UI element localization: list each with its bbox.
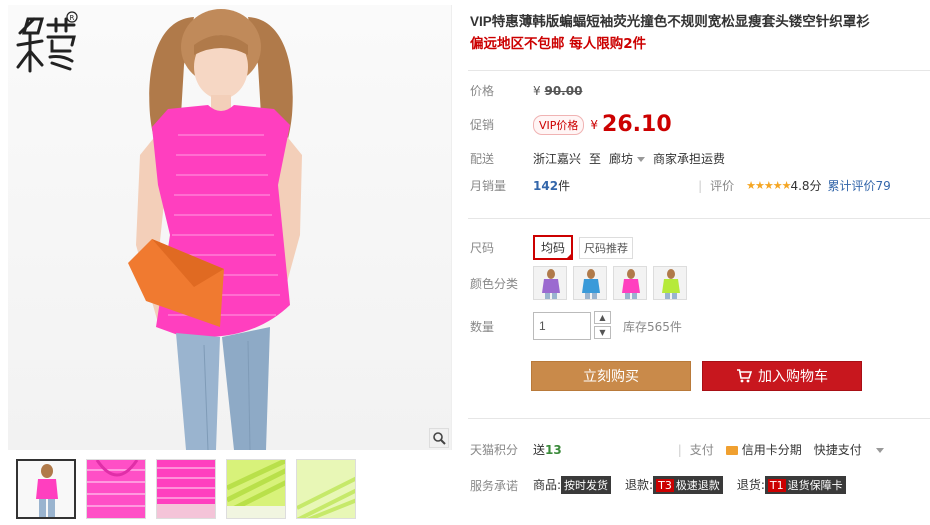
color-swatch-purple[interactable] bbox=[533, 266, 567, 300]
size-recommend-button[interactable]: 尺码推荐 bbox=[579, 236, 634, 259]
divider bbox=[468, 418, 930, 419]
main-product-photo[interactable]: R bbox=[8, 5, 452, 450]
cart-icon bbox=[737, 369, 752, 383]
pay-label: 支付 bbox=[689, 443, 714, 457]
stock-count: 库存565件 bbox=[623, 319, 682, 334]
ship-from: 浙江嘉兴 bbox=[533, 152, 582, 166]
product-title: VIP特惠薄韩版蝙蝠短袖荧光撞色不规则宽松显瘦套头镂空针织罩衫 bbox=[470, 14, 870, 29]
product-subtitle: 偏远地区不包邮 每人限购2件 bbox=[470, 36, 647, 52]
price-row: 价格 ¥ 90.00 bbox=[470, 82, 582, 99]
rating-stars: ★★★★★ bbox=[746, 179, 791, 192]
promo-currency: ¥ bbox=[590, 117, 599, 132]
quantity-input[interactable] bbox=[533, 312, 591, 340]
quantity-label: 数量 bbox=[470, 319, 495, 334]
product-page: R VIP特惠薄韩版蝙蝠短袖荧光撞色不规则宽松显瘦套头镂空针织罩衫 偏远地区不包… bbox=[0, 0, 930, 525]
service-item-refund: 退款: T3 极速退款 bbox=[625, 476, 723, 494]
original-price: ¥ 90.00 bbox=[533, 83, 583, 98]
rating-score: 4.8分 bbox=[790, 179, 822, 193]
vip-price-badge: VIP价格 bbox=[533, 114, 585, 135]
buy-now-button[interactable]: 立刻购买 bbox=[531, 361, 691, 391]
quick-pay-select[interactable]: 快捷支付 bbox=[814, 441, 884, 458]
buy-now-label: 立刻购买 bbox=[583, 369, 639, 385]
size-label: 尺码 bbox=[470, 241, 495, 255]
points-label: 天猫积分 bbox=[470, 443, 519, 457]
color-row: 颜色分类 bbox=[470, 266, 693, 300]
sales-row: 月销量 142 件 | 评价 ★★★★★ 4.8分 累计评价79 bbox=[470, 177, 891, 194]
review-count-link[interactable]: 累计评价79 bbox=[828, 177, 891, 194]
sales-count: 142 bbox=[533, 178, 559, 193]
service-item-return: 退货: T1 退货保障卡 bbox=[737, 476, 846, 494]
thumbnail-1[interactable] bbox=[16, 459, 76, 519]
quantity-row: 数量 ▲ ▼ 库存565件 bbox=[470, 311, 682, 341]
ship-to-word: 至 bbox=[589, 152, 602, 166]
size-option-selected[interactable]: 均码 bbox=[533, 235, 574, 260]
product-gallery: R bbox=[8, 5, 452, 525]
promo-label: 促销 bbox=[470, 118, 495, 132]
thumbnail-strip bbox=[8, 459, 452, 523]
add-to-cart-button[interactable]: 加入购物车 bbox=[702, 361, 862, 391]
shipping-fee: 商家承担运费 bbox=[653, 152, 726, 166]
ship-to-select[interactable]: 廊坊 bbox=[609, 150, 646, 167]
service-label: 服务承诺 bbox=[470, 478, 519, 493]
installment-link[interactable]: 信用卡分期 bbox=[725, 441, 802, 458]
color-swatch-pink[interactable] bbox=[613, 266, 647, 300]
price-label: 价格 bbox=[470, 84, 495, 98]
divider-bar: | bbox=[677, 442, 682, 457]
thumbnail-2[interactable] bbox=[86, 459, 146, 519]
color-swatch-green[interactable] bbox=[653, 266, 687, 300]
shipping-row: 配送 浙江嘉兴 至 廊坊 商家承担运费 bbox=[470, 150, 725, 167]
divider bbox=[468, 218, 930, 219]
service-item-goods: 商品: 按时发货 bbox=[533, 476, 612, 494]
points-value: 13 bbox=[545, 442, 562, 457]
points-row: 天猫积分 送 13 | 支付 信用卡分期 快捷支付 bbox=[470, 441, 884, 458]
shipping-label: 配送 bbox=[470, 152, 495, 166]
promo-price: 26.10 bbox=[602, 112, 672, 137]
sales-unit: 件 bbox=[558, 179, 571, 193]
zoom-icon[interactable] bbox=[429, 428, 449, 448]
svg-text:R: R bbox=[70, 14, 75, 22]
rating-label: 评价 bbox=[710, 179, 735, 193]
decrease-button[interactable]: ▼ bbox=[594, 326, 611, 339]
thumbnail-3[interactable] bbox=[156, 459, 216, 519]
brand-logo: R bbox=[12, 11, 78, 77]
color-label: 颜色分类 bbox=[470, 276, 519, 291]
product-info: VIP特惠薄韩版蝙蝠短袖荧光撞色不规则宽松显瘦套头镂空针织罩衫 偏远地区不包邮 … bbox=[470, 12, 925, 54]
color-swatch-blue[interactable] bbox=[573, 266, 607, 300]
service-row: 服务承诺 商品: 按时发货 退款: T3 极速退款 退货: T1 退货保障卡 bbox=[470, 476, 846, 494]
chevron-down-icon bbox=[637, 157, 646, 162]
quantity-stepper: ▲ ▼ bbox=[594, 311, 611, 341]
thumbnail-4[interactable] bbox=[226, 459, 286, 519]
divider bbox=[468, 70, 930, 71]
chevron-down-icon bbox=[875, 448, 884, 453]
add-to-cart-label: 加入购物车 bbox=[758, 369, 828, 385]
divider-bar: | bbox=[698, 178, 703, 193]
sales-label: 月销量 bbox=[470, 179, 507, 193]
size-row: 尺码 均码 尺码推荐 bbox=[470, 235, 634, 260]
thumbnail-5[interactable] bbox=[296, 459, 356, 519]
points-prefix: 送 bbox=[533, 443, 546, 457]
credit-card-icon bbox=[725, 446, 738, 455]
increase-button[interactable]: ▲ bbox=[594, 311, 611, 324]
promo-row: 促销 VIP价格 ¥ 26.10 bbox=[470, 112, 672, 137]
